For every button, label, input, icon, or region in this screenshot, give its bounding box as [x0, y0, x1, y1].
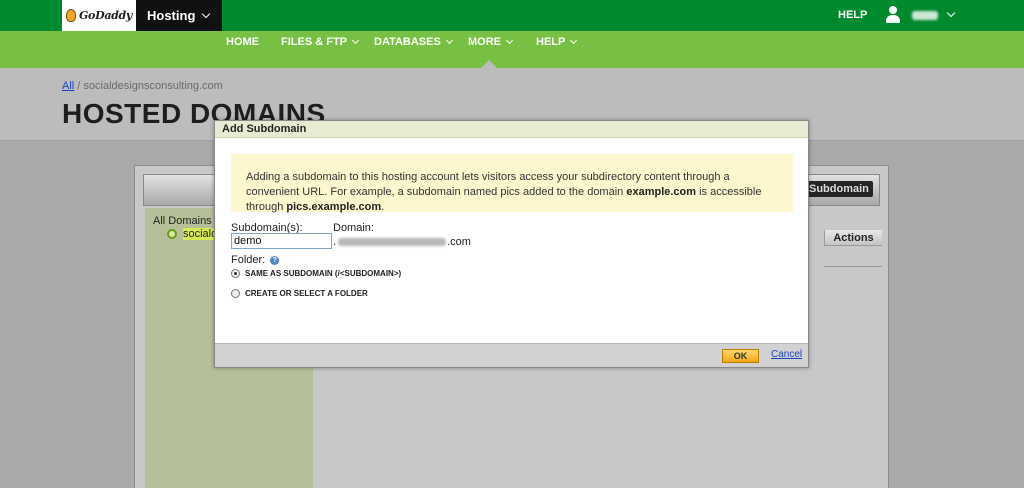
nav-more[interactable]: MORE: [468, 36, 514, 48]
nav-help-label: HELP: [536, 36, 566, 48]
chevron-down-icon: [445, 36, 453, 44]
info-text-end: .: [381, 201, 385, 213]
help-icon[interactable]: ?: [270, 255, 280, 265]
nav-active-caret: [481, 60, 497, 68]
nav-help[interactable]: HELP: [536, 36, 578, 48]
breadcrumb-all-link[interactable]: All: [62, 80, 74, 92]
domain-value: . .com: [333, 236, 471, 248]
actions-column-header: Actions: [824, 230, 882, 246]
cancel-link[interactable]: Cancel: [771, 349, 802, 360]
chevron-down-icon: [351, 36, 360, 44]
help-link[interactable]: HELP: [838, 9, 867, 21]
logo-text: GoDaddy: [78, 9, 133, 22]
top-bar: GoDaddy Hosting HELP: [0, 0, 1024, 31]
info-example-subdomain: pics.example.com: [286, 201, 382, 213]
nav-files-ftp-label: FILES & FTP: [281, 36, 347, 48]
main-nav: HOME FILES & FTP DATABASES MORE HELP: [0, 31, 1024, 68]
nav-files-ftp[interactable]: FILES & FTP: [281, 36, 360, 48]
radio-unselected-icon[interactable]: [231, 289, 240, 298]
breadcrumb: All / socialdesignsconsulting.com: [62, 80, 223, 92]
subdomain-input[interactable]: [231, 233, 332, 249]
chevron-down-icon: [570, 36, 578, 44]
option-same-as-subdomain[interactable]: SAME AS SUBDOMAIN (/<SUBDOMAIN>): [231, 269, 401, 278]
nav-databases-label: DATABASES: [374, 36, 441, 48]
user-icon: [884, 6, 902, 24]
domain-name-redacted: [338, 238, 447, 246]
chevron-down-icon: [202, 9, 211, 18]
add-subdomain-button[interactable]: Subdomain: [805, 181, 873, 197]
chevron-down-icon: [946, 8, 956, 18]
folder-label: Folder:: [231, 254, 266, 266]
domain-label: Domain:: [333, 222, 374, 234]
radio-selected-icon[interactable]: [231, 269, 240, 278]
option-same-label: SAME AS SUBDOMAIN (/<SUBDOMAIN>): [245, 269, 402, 278]
godaddy-mascot-icon: [65, 9, 76, 22]
user-name-redacted: [912, 10, 938, 20]
option-create-folder[interactable]: CREATE OR SELECT A FOLDER: [231, 289, 368, 298]
dialog-footer: OK Cancel: [215, 343, 808, 367]
ok-button[interactable]: OK: [722, 349, 759, 363]
domain-prefix: .: [333, 236, 337, 248]
tree-all-domains[interactable]: All Domains: [153, 215, 212, 227]
tree-domain-name: sociald: [183, 228, 218, 240]
domain-suffix: .com: [447, 236, 471, 248]
nav-databases[interactable]: DATABASES: [374, 36, 453, 48]
hosting-menu-button[interactable]: Hosting: [136, 0, 222, 31]
nav-more-label: MORE: [468, 36, 501, 48]
nav-home-label: HOME: [226, 36, 259, 48]
info-example-domain: example.com: [626, 186, 697, 198]
dialog-title: Add Subdomain: [215, 121, 808, 138]
option-create-label: CREATE OR SELECT A FOLDER: [245, 289, 368, 298]
breadcrumb-separator: /: [77, 80, 81, 92]
hosting-label: Hosting: [147, 8, 196, 23]
godaddy-logo[interactable]: GoDaddy: [62, 0, 136, 31]
breadcrumb-domain: socialdesignsconsulting.com: [83, 80, 223, 92]
folder-row: Folder: ?: [231, 254, 280, 266]
info-box: Adding a subdomain to this hosting accou…: [231, 154, 793, 213]
tree-domain-node[interactable]: sociald: [167, 228, 218, 240]
nav-home[interactable]: HOME: [226, 36, 259, 48]
domain-status-icon: [167, 229, 177, 239]
user-menu[interactable]: [884, 6, 956, 24]
chevron-down-icon: [505, 36, 514, 44]
grid-row: [824, 246, 882, 267]
add-subdomain-dialog: Add Subdomain Adding a subdomain to this…: [214, 120, 809, 368]
